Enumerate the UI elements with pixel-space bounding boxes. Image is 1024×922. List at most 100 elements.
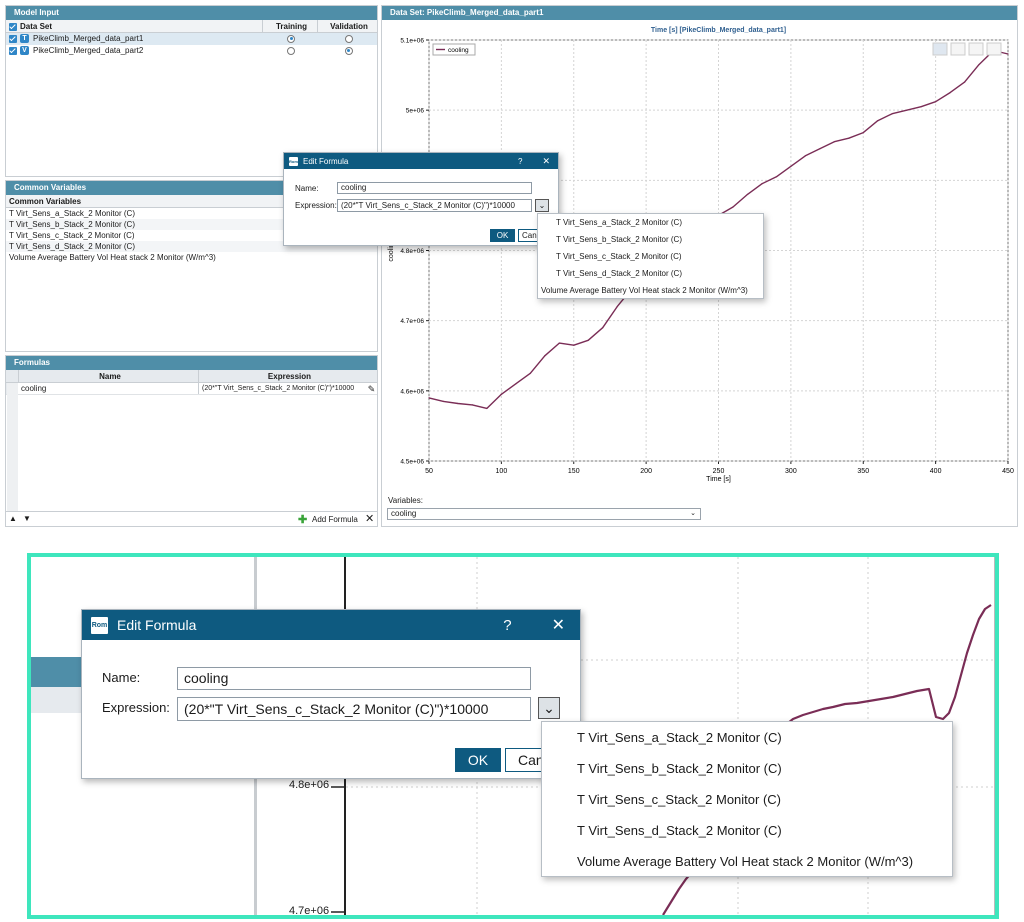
- x-tick-label: 300: [785, 468, 797, 475]
- data-point: [819, 148, 821, 150]
- zoom-y-tick-label: 4.8e+06: [289, 779, 330, 791]
- delete-formula-icon[interactable]: ✕: [365, 512, 374, 525]
- dataset-panel-title: Data Set: PikeClimb_Merged_data_part1: [382, 6, 1017, 20]
- dataset-checkbox[interactable]: [9, 46, 17, 55]
- data-point: [602, 327, 604, 329]
- name-label: Name:: [102, 670, 141, 685]
- validation-radio[interactable]: [344, 46, 353, 55]
- dropdown-item[interactable]: T Virt_Sens_c_Stack_2 Monitor (C): [538, 251, 763, 268]
- data-point: [775, 176, 777, 178]
- data-point: [935, 101, 937, 103]
- close-icon[interactable]: ✕: [552, 615, 565, 635]
- data-point: [457, 402, 459, 405]
- edit-pencil-icon[interactable]: ✎: [363, 383, 377, 394]
- validation-radio[interactable]: [344, 34, 353, 43]
- formula-expression-cell[interactable]: (20*"T Virt_Sens_c_Stack_2 Monitor (C)")…: [198, 383, 363, 394]
- chart-title: Time [s] [PikeClimb_Merged_data_part1]: [651, 27, 786, 34]
- zoom-y-tick-label: 4.7e+06: [289, 905, 330, 917]
- dropdown-item[interactable]: T Virt_Sens_c_Stack_2 Monitor (C): [542, 789, 952, 820]
- dialog-titlebar[interactable]: Rom Edit Formula ? ✕: [284, 153, 558, 169]
- model-input-title: Model Input: [6, 6, 377, 20]
- expression-dropdown-button[interactable]: ⌄: [535, 199, 549, 212]
- expression-label: Expression:: [102, 700, 170, 715]
- pan-icon: [968, 42, 984, 56]
- expression-column-header: Expression: [198, 370, 377, 382]
- name-input[interactable]: cooling: [177, 667, 531, 690]
- expression-dropdown-button[interactable]: ⌄: [538, 697, 560, 719]
- data-point: [862, 132, 864, 134]
- expression-input[interactable]: (20*"T Virt_Sens_c_Stack_2 Monitor (C)")…: [337, 199, 532, 212]
- variables-label: Variables:: [388, 496, 423, 505]
- data-point: [500, 393, 502, 395]
- training-radio[interactable]: [287, 34, 295, 43]
- legend-label: cooling: [448, 47, 469, 54]
- training-dataset-icon: T: [20, 34, 29, 44]
- y-tick-label: 4.8e+06: [400, 248, 424, 255]
- validation-dataset-icon: V: [20, 46, 29, 56]
- variables-select[interactable]: cooling ⌄: [387, 508, 701, 520]
- close-icon[interactable]: ✕: [542, 156, 550, 167]
- y-tick-label: 5.1e+06: [400, 38, 424, 45]
- data-point: [761, 183, 763, 185]
- dataset-row[interactable]: V PikeClimb_Merged_data_part2: [6, 45, 377, 57]
- validation-column-header: Validation: [317, 20, 377, 32]
- model-input-header: Data Set Training Validation: [6, 20, 377, 33]
- x-tick-label: 100: [496, 468, 508, 475]
- select-all-checkbox[interactable]: [9, 22, 17, 31]
- dataset-row[interactable]: T PikeClimb_Merged_data_part1: [6, 33, 377, 45]
- data-point: [848, 137, 850, 139]
- expression-input[interactable]: (20*"T Virt_Sens_c_Stack_2 Monitor (C)")…: [177, 697, 531, 721]
- move-up-icon[interactable]: ▲: [9, 514, 17, 523]
- formulas-title: Formulas: [6, 356, 377, 370]
- help-icon[interactable]: ?: [518, 157, 522, 166]
- zoom-icon: [950, 42, 966, 56]
- data-point: [891, 113, 893, 115]
- y-tick-label: 4.7e+06: [400, 318, 424, 325]
- x-axis-label: Time [s]: [706, 476, 731, 483]
- chevron-down-icon: ⌄: [543, 700, 555, 716]
- training-radio[interactable]: [287, 46, 295, 55]
- x-tick-label: 200: [640, 468, 652, 475]
- data-point: [906, 109, 908, 111]
- data-point: [573, 344, 575, 346]
- cancel-button[interactable]: Can: [518, 229, 538, 242]
- data-point: [963, 81, 966, 83]
- dataset-column-header[interactable]: Data Set: [6, 20, 262, 32]
- dropdown-item[interactable]: T Virt_Sens_d_Stack_2 Monitor (C): [542, 820, 952, 851]
- ok-button[interactable]: OK: [455, 748, 501, 772]
- cancel-button[interactable]: Can: [505, 748, 543, 772]
- move-down-icon[interactable]: ▼: [23, 514, 31, 523]
- dropdown-item[interactable]: T Virt_Sens_b_Stack_2 Monitor (C): [538, 234, 763, 251]
- x-tick-label: 400: [930, 468, 942, 475]
- dialog-titlebar[interactable]: Rom Edit Formula ? ✕: [82, 610, 580, 640]
- dropdown-item[interactable]: Volume Average Battery Vol Heat stack 2 …: [538, 285, 763, 302]
- dataset-checkbox[interactable]: [9, 34, 17, 43]
- chevron-down-icon: ⌄: [538, 201, 546, 210]
- edit-formula-dialog-zoomed: Rom Edit Formula ? ✕ Name: cooling Expre…: [81, 609, 581, 779]
- name-input[interactable]: cooling: [337, 182, 532, 194]
- add-formula-button[interactable]: Add Formula: [312, 515, 358, 524]
- training-column-header: Training: [262, 20, 317, 32]
- formula-name-cell[interactable]: cooling: [18, 383, 198, 394]
- formulas-panel: Formulas Name Expression 1 cooling (20*"…: [5, 355, 378, 527]
- x-tick-label: 450: [1002, 468, 1014, 475]
- ok-button[interactable]: OK: [490, 229, 515, 242]
- dropdown-item[interactable]: T Virt_Sens_a_Stack_2 Monitor (C): [542, 727, 952, 758]
- expression-label: Expression:: [295, 201, 337, 210]
- dropdown-item[interactable]: T Virt_Sens_d_Stack_2 Monitor (C): [538, 268, 763, 285]
- data-point: [732, 206, 734, 208]
- data-point: [558, 342, 560, 344]
- dropdown-item[interactable]: T Virt_Sens_b_Stack_2 Monitor (C): [542, 758, 952, 789]
- help-icon[interactable]: ?: [503, 617, 511, 634]
- zoom-inset: 4.8e+06 4.7e+06 cooling Rom Edit Formula…: [27, 553, 999, 919]
- dropdown-item[interactable]: T Virt_Sens_a_Stack_2 Monitor (C): [538, 217, 763, 234]
- add-formula-icon[interactable]: ✚: [298, 513, 307, 526]
- app-logo-icon: Rom: [91, 616, 108, 634]
- x-tick-label: 350: [857, 468, 869, 475]
- dropdown-item[interactable]: Volume Average Battery Vol Heat stack 2 …: [542, 851, 952, 882]
- data-point: [920, 106, 922, 108]
- data-point: [442, 400, 445, 402]
- formula-row[interactable]: 1 cooling (20*"T Virt_Sens_c_Stack_2 Mon…: [6, 383, 377, 395]
- data-point: [877, 120, 879, 122]
- variable-item[interactable]: Volume Average Battery Vol Heat stack 2 …: [6, 252, 377, 263]
